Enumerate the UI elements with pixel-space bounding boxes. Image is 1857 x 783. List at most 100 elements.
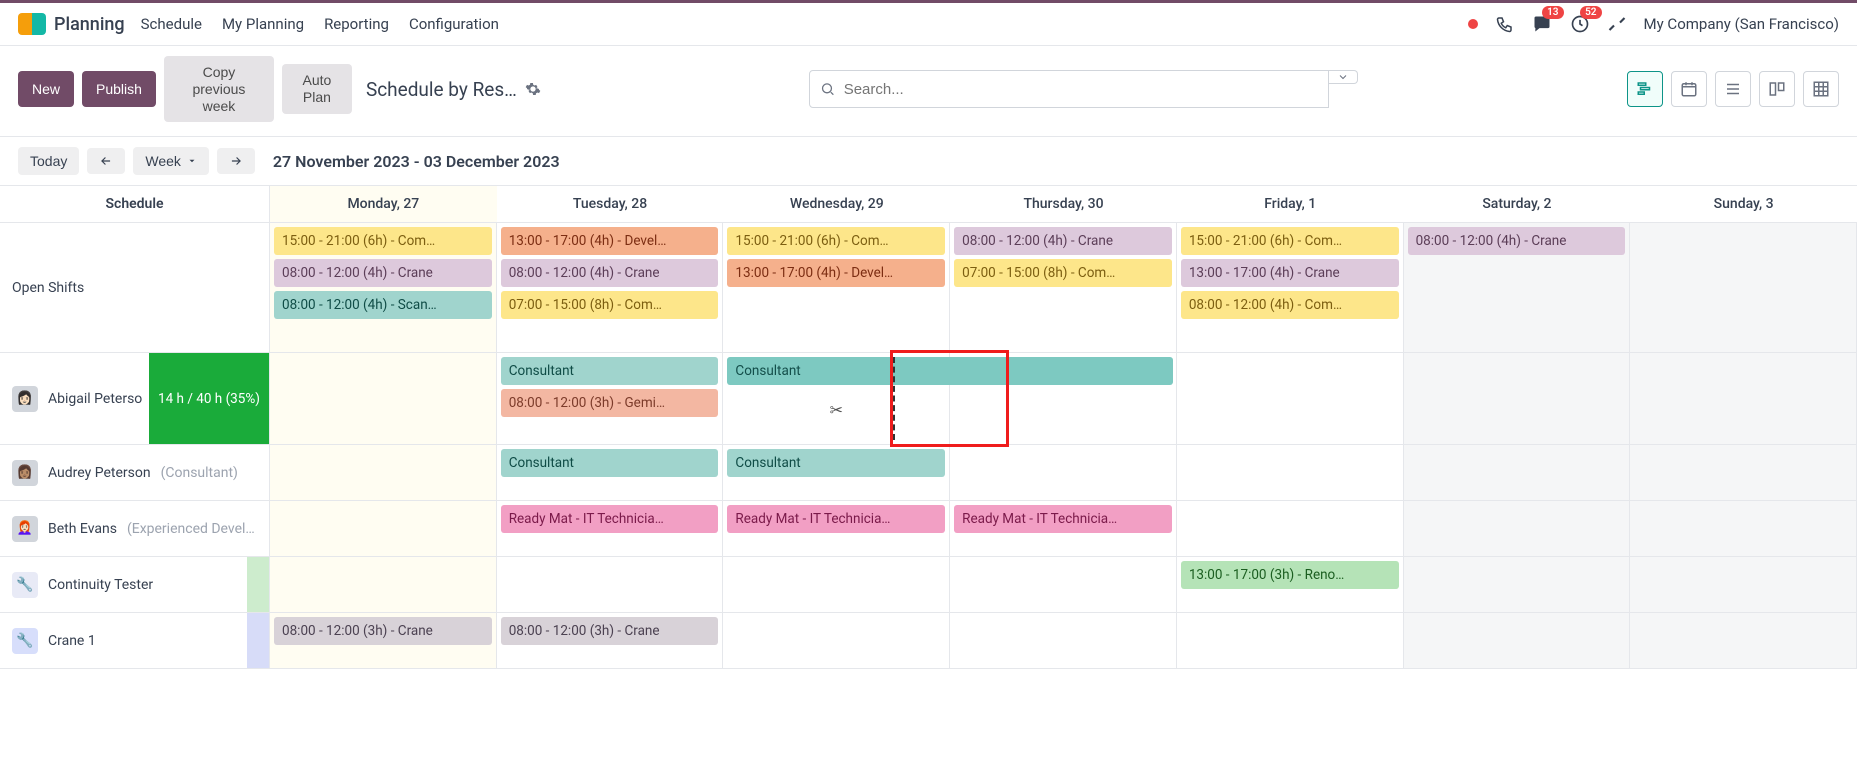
cell-beth-d2[interactable]: Ready Mat - IT Technicia… bbox=[723, 501, 950, 557]
shift[interactable]: 15:00 - 21:00 (6h) - Com… bbox=[1181, 227, 1399, 255]
cell-audrey-d2[interactable]: Consultant bbox=[723, 445, 950, 501]
messages-icon[interactable]: 13 bbox=[1532, 14, 1552, 34]
range-selector[interactable]: Week bbox=[133, 147, 209, 175]
phone-icon[interactable] bbox=[1496, 15, 1514, 33]
cell-audrey-d6[interactable] bbox=[1630, 445, 1857, 501]
shift[interactable]: 07:00 - 15:00 (8h) - Com… bbox=[501, 291, 719, 319]
cell-open-d5[interactable]: 08:00 - 12:00 (4h) - Crane bbox=[1404, 223, 1631, 353]
shift[interactable]: 15:00 - 21:00 (6h) - Com… bbox=[274, 227, 492, 255]
shift[interactable]: 08:00 - 12:00 (4h) - Crane bbox=[274, 259, 492, 287]
activities-icon[interactable]: 52 bbox=[1570, 14, 1590, 34]
row-open-shifts[interactable]: Open Shifts bbox=[0, 223, 270, 353]
scissors-icon[interactable]: ✂ bbox=[830, 400, 843, 419]
shift[interactable]: 13:00 - 17:00 (4h) - Crane bbox=[1181, 259, 1399, 287]
col-header-tue[interactable]: Tuesday, 28 bbox=[497, 185, 724, 223]
gear-icon[interactable] bbox=[525, 81, 541, 97]
tools-icon[interactable] bbox=[1608, 15, 1626, 33]
search-input[interactable] bbox=[844, 81, 1319, 98]
auto-plan-button[interactable]: Auto Plan bbox=[282, 64, 352, 114]
cell-audrey-d3[interactable] bbox=[950, 445, 1177, 501]
app-logo[interactable]: Planning bbox=[18, 13, 125, 35]
shift[interactable]: 08:00 - 12:00 (4h) - Crane bbox=[501, 259, 719, 287]
view-kanban-button[interactable] bbox=[1759, 71, 1795, 107]
col-header-sat[interactable]: Saturday, 2 bbox=[1404, 185, 1631, 223]
nav-my-planning[interactable]: My Planning bbox=[222, 15, 304, 33]
shift[interactable]: Consultant bbox=[727, 449, 945, 477]
cell-audrey-d1[interactable]: Consultant bbox=[497, 445, 724, 501]
cell-open-d4[interactable]: 15:00 - 21:00 (6h) - Com… 13:00 - 17:00 … bbox=[1177, 223, 1404, 353]
cell-open-d3[interactable]: 08:00 - 12:00 (4h) - Crane 07:00 - 15:00… bbox=[950, 223, 1177, 353]
next-period-button[interactable] bbox=[217, 148, 255, 174]
cell-ct-d0[interactable] bbox=[270, 557, 497, 613]
cell-ct-d3[interactable] bbox=[950, 557, 1177, 613]
cell-crane-d2[interactable] bbox=[723, 613, 950, 669]
shift[interactable]: 08:00 - 12:00 (3h) - Crane bbox=[274, 617, 492, 645]
cell-beth-d3[interactable]: Ready Mat - IT Technicia… bbox=[950, 501, 1177, 557]
cell-ct-d4[interactable]: 13:00 - 17:00 (3h) - Reno… bbox=[1177, 557, 1404, 613]
cell-crane-d0[interactable]: 08:00 - 12:00 (3h) - Crane bbox=[270, 613, 497, 669]
shift[interactable]: Ready Mat - IT Technicia… bbox=[501, 505, 719, 533]
cell-abigail-d3[interactable] bbox=[950, 353, 1177, 445]
shift[interactable]: 13:00 - 17:00 (3h) - Reno… bbox=[1181, 561, 1399, 589]
cell-audrey-d4[interactable] bbox=[1177, 445, 1404, 501]
cell-abigail-d4[interactable] bbox=[1177, 353, 1404, 445]
nav-schedule[interactable]: Schedule bbox=[141, 15, 202, 33]
publish-button[interactable]: Publish bbox=[82, 71, 156, 107]
shift[interactable]: 08:00 - 12:00 (3h) - Crane bbox=[501, 617, 719, 645]
row-audrey[interactable]: 👩🏽 Audrey Peterson (Consultant) bbox=[0, 445, 270, 501]
search-dropdown[interactable] bbox=[1329, 70, 1358, 84]
nav-reporting[interactable]: Reporting bbox=[324, 15, 389, 33]
cell-crane-d6[interactable] bbox=[1630, 613, 1857, 669]
row-beth[interactable]: 👩🏻‍🦰 Beth Evans (Experienced Devel… bbox=[0, 501, 270, 557]
cell-ct-d6[interactable] bbox=[1630, 557, 1857, 613]
col-header-wed[interactable]: Wednesday, 29 bbox=[723, 185, 950, 223]
shift[interactable]: 13:00 - 17:00 (4h) - Devel… bbox=[727, 259, 945, 287]
cell-open-d2[interactable]: 15:00 - 21:00 (6h) - Com… 13:00 - 17:00 … bbox=[723, 223, 950, 353]
shift[interactable]: 15:00 - 21:00 (6h) - Com… bbox=[727, 227, 945, 255]
row-continuity-tester[interactable]: 🔧 Continuity Tester bbox=[0, 557, 270, 613]
cell-abigail-d5[interactable] bbox=[1404, 353, 1631, 445]
cell-audrey-d5[interactable] bbox=[1404, 445, 1631, 501]
view-gantt-button[interactable] bbox=[1627, 71, 1663, 107]
cell-open-d6[interactable] bbox=[1630, 223, 1857, 353]
cell-crane-d1[interactable]: 08:00 - 12:00 (3h) - Crane bbox=[497, 613, 724, 669]
cell-beth-d5[interactable] bbox=[1404, 501, 1631, 557]
cell-abigail-d0[interactable] bbox=[270, 353, 497, 445]
shift[interactable]: 07:00 - 15:00 (8h) - Com… bbox=[954, 259, 1172, 287]
cell-abigail-d2[interactable]: Consultant ✂ bbox=[723, 353, 950, 445]
cell-beth-d6[interactable] bbox=[1630, 501, 1857, 557]
today-button[interactable]: Today bbox=[18, 147, 79, 175]
row-crane1[interactable]: 🔧 Crane 1 bbox=[0, 613, 270, 669]
cell-ct-d1[interactable] bbox=[497, 557, 724, 613]
cell-crane-d3[interactable] bbox=[950, 613, 1177, 669]
view-list-button[interactable] bbox=[1715, 71, 1751, 107]
shift[interactable]: 08:00 - 12:00 (4h) - Crane bbox=[954, 227, 1172, 255]
shift[interactable]: 08:00 - 12:00 (4h) - Com… bbox=[1181, 291, 1399, 319]
view-calendar-button[interactable] bbox=[1671, 71, 1707, 107]
col-header-mon[interactable]: Monday, 27 bbox=[270, 185, 497, 223]
cell-ct-d5[interactable] bbox=[1404, 557, 1631, 613]
col-header-fri[interactable]: Friday, 1 bbox=[1177, 185, 1404, 223]
new-button[interactable]: New bbox=[18, 71, 74, 107]
company-selector[interactable]: My Company (San Francisco) bbox=[1644, 15, 1839, 33]
shift[interactable]: 08:00 - 12:00 (4h) - Crane bbox=[1408, 227, 1626, 255]
cell-abigail-d1[interactable]: Consultant 08:00 - 12:00 (3h) - Gemi… bbox=[497, 353, 724, 445]
copy-previous-week-button[interactable]: Copy previous week bbox=[164, 56, 274, 122]
cell-open-d0[interactable]: 15:00 - 21:00 (6h) - Com… 08:00 - 12:00 … bbox=[270, 223, 497, 353]
cell-crane-d4[interactable] bbox=[1177, 613, 1404, 669]
cell-beth-d4[interactable] bbox=[1177, 501, 1404, 557]
shift[interactable]: Ready Mat - IT Technicia… bbox=[954, 505, 1172, 533]
shift[interactable]: Consultant bbox=[501, 449, 719, 477]
cell-open-d1[interactable]: 13:00 - 17:00 (4h) - Devel… 08:00 - 12:0… bbox=[497, 223, 724, 353]
shift[interactable]: Ready Mat - IT Technicia… bbox=[727, 505, 945, 533]
row-abigail[interactable]: 👩🏻 Abigail Peterso 14 h / 40 h (35%) bbox=[0, 353, 270, 445]
shift[interactable]: Consultant bbox=[501, 357, 719, 385]
col-header-thu[interactable]: Thursday, 30 bbox=[950, 185, 1177, 223]
shift[interactable]: 08:00 - 12:00 (4h) - Scan… bbox=[274, 291, 492, 319]
shift[interactable]: 13:00 - 17:00 (4h) - Devel… bbox=[501, 227, 719, 255]
cell-abigail-d6[interactable] bbox=[1630, 353, 1857, 445]
view-pivot-button[interactable] bbox=[1803, 71, 1839, 107]
shift[interactable]: 08:00 - 12:00 (3h) - Gemi… bbox=[501, 389, 719, 417]
cell-audrey-d0[interactable] bbox=[270, 445, 497, 501]
cell-ct-d2[interactable] bbox=[723, 557, 950, 613]
